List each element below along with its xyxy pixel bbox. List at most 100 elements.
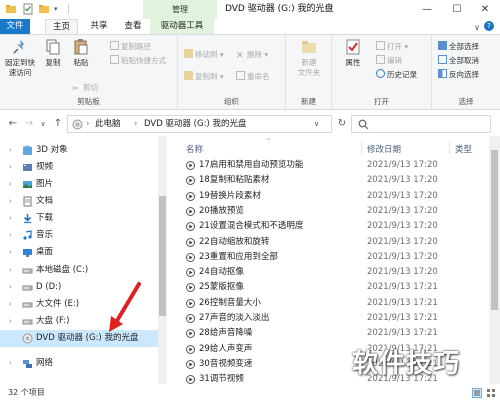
nav-documents[interactable]: › 文档: [0, 193, 158, 210]
copy-button[interactable]: 复制: [40, 38, 66, 68]
file-list-scroll-thumb[interactable]: [491, 150, 498, 310]
large-icons-view-icon[interactable]: [486, 388, 496, 398]
help-icon[interactable]: ?: [484, 21, 494, 31]
nav-videos[interactable]: › 视频: [0, 159, 158, 176]
ribbon-group-select: 全部选择 全部取消 反向选择 选择: [432, 35, 500, 109]
expand-chevron-icon[interactable]: ›: [9, 210, 12, 227]
expand-chevron-icon[interactable]: ›: [9, 279, 12, 296]
expand-chevron-icon[interactable]: ›: [9, 193, 12, 210]
expand-chevron-icon[interactable]: ›: [9, 313, 12, 330]
paste-button[interactable]: 粘贴: [68, 38, 94, 68]
expand-chevron-icon[interactable]: ›: [9, 227, 12, 244]
nav-desktop[interactable]: › 桌面: [0, 244, 158, 261]
breadcrumb-this-pc[interactable]: 此电脑: [95, 116, 121, 132]
context-tab-manage[interactable]: 管理: [143, 0, 217, 19]
edit-button[interactable]: 编辑: [376, 55, 402, 67]
expand-chevron-icon[interactable]: ›: [9, 244, 12, 261]
file-list-scrollbar[interactable]: [489, 136, 500, 384]
invert-selection-icon: [438, 69, 447, 78]
navigation-scrollbar[interactable]: [158, 136, 167, 384]
pin-quick-access-button[interactable]: 固定到快 速访问: [2, 38, 38, 78]
file-row[interactable]: 19替换片段素材 2021/9/13 17:20: [167, 190, 489, 203]
file-row[interactable]: 27声音的淡入淡出 2021/9/13 17:21: [167, 312, 489, 325]
file-row[interactable]: 28给声音降噪 2021/9/13 17:21: [167, 327, 489, 340]
forward-arrow-icon[interactable]: →: [22, 117, 36, 131]
select-none-button[interactable]: 全部取消: [438, 55, 479, 67]
expand-chevron-icon[interactable]: ›: [9, 159, 12, 176]
red-arrow-annotation: [109, 282, 141, 332]
breadcrumb-drive[interactable]: DVD 驱动器 (G:) 我的光盘: [144, 116, 246, 132]
expand-chevron-icon[interactable]: ›: [9, 176, 12, 193]
expand-chevron-icon[interactable]: ›: [9, 355, 12, 372]
copy-to-button[interactable]: 复制到 ▾: [184, 71, 224, 83]
desktop-icon: [23, 249, 32, 257]
close-button[interactable]: ✕: [470, 0, 500, 19]
copy-path-button[interactable]: 复制路径: [110, 41, 151, 53]
tab-file[interactable]: 文件: [0, 19, 30, 34]
address-dropdown-icon[interactable]: ∨: [314, 116, 319, 132]
properties-icon[interactable]: [22, 3, 34, 15]
refresh-icon[interactable]: ↻: [335, 117, 349, 131]
file-row[interactable]: 22自动缩放和旋转 2021/9/13 17:20: [167, 236, 489, 249]
nav-network[interactable]: › 网络: [0, 355, 158, 372]
new-folder-button[interactable]: 新建 文件夹: [291, 38, 327, 78]
folder-icon[interactable]: [5, 3, 17, 15]
back-arrow-icon[interactable]: ←: [6, 117, 20, 131]
column-divider[interactable]: [361, 142, 362, 154]
pictures-icon: [23, 181, 32, 188]
new-folder-icon[interactable]: [38, 3, 50, 15]
media-file-icon: [186, 375, 195, 384]
tab-share[interactable]: 共享: [84, 19, 114, 34]
column-header-type[interactable]: 类型: [455, 143, 472, 155]
media-file-icon: [186, 252, 195, 262]
open-button[interactable]: 打开 ▾: [376, 41, 408, 53]
file-row[interactable]: 21设置混合模式和不透明度 2021/9/13 17:20: [167, 220, 489, 233]
delete-icon: ✕: [236, 51, 244, 61]
window-title: DVD 驱动器 (G:) 我的光盘: [225, 4, 334, 14]
customize-qat-icon[interactable]: ▾: [54, 3, 66, 15]
file-row[interactable]: 24自动抠像 2021/9/13 17:20: [167, 266, 489, 279]
recent-locations-icon[interactable]: ∨: [36, 117, 50, 131]
nav-local-disk-c[interactable]: › 本地磁盘 (C:): [0, 262, 158, 279]
tab-view[interactable]: 查看: [118, 19, 148, 34]
expand-chevron-icon[interactable]: ›: [9, 296, 12, 313]
column-header-name[interactable]: 名称: [186, 143, 203, 155]
ribbon-group-clipboard: 固定到快 速访问 复制 粘贴 ✂ 剪切 复制路径 粘贴快捷方式 剪贴板: [0, 35, 178, 109]
file-row[interactable]: 23重置和应用到全部 2021/9/13 17:20: [167, 251, 489, 264]
select-all-button[interactable]: 全部选择: [438, 41, 479, 53]
file-row[interactable]: 25蒙版抠像 2021/9/13 17:21: [167, 281, 489, 294]
history-button[interactable]: 历史记录: [376, 69, 417, 81]
file-row[interactable]: 26控制音量大小 2021/9/13 17:21: [167, 297, 489, 310]
search-input[interactable]: [351, 115, 491, 133]
delete-button[interactable]: ✕ 删除 ▾: [236, 49, 268, 61]
column-header-date[interactable]: 修改日期: [367, 143, 401, 155]
properties-button[interactable]: 属性: [338, 38, 368, 68]
file-row[interactable]: 17启用和禁用自动预览功能 2021/9/13 17:20: [167, 159, 489, 172]
cut-button[interactable]: ✂ 剪切: [72, 82, 98, 94]
file-row[interactable]: 18复制和粘贴素材 2021/9/13 17:20: [167, 174, 489, 187]
address-bar[interactable]: › 此电脑 › DVD 驱动器 (G:) 我的光盘 ∨: [67, 115, 332, 133]
nav-3d-objects[interactable]: › 3D 对象: [0, 142, 158, 159]
invert-selection-button[interactable]: 反向选择: [438, 69, 479, 81]
nav-pictures[interactable]: › 图片: [0, 176, 158, 193]
paste-shortcut-button[interactable]: 粘贴快捷方式: [110, 55, 166, 67]
file-row[interactable]: 20播放预览 2021/9/13 17:20: [167, 205, 489, 218]
maximize-button[interactable]: ☐: [442, 0, 472, 19]
column-divider[interactable]: [449, 142, 450, 154]
expand-chevron-icon[interactable]: ›: [9, 262, 12, 279]
minimize-button[interactable]: —: [412, 0, 442, 19]
nav-music[interactable]: › 音乐: [0, 227, 158, 244]
navigation-scroll-thumb[interactable]: [159, 196, 166, 316]
ribbon-collapse-button[interactable]: ∨: [474, 23, 480, 32]
up-arrow-icon[interactable]: ↑: [51, 117, 65, 131]
tab-home[interactable]: 主页: [45, 19, 78, 34]
move-to-button[interactable]: 移动到 ▾: [184, 49, 224, 61]
expand-chevron-icon[interactable]: ›: [9, 142, 12, 159]
file-name: 18复制和粘贴素材: [199, 175, 270, 186]
details-view-icon[interactable]: [472, 388, 482, 398]
disk-drive-icon: [22, 319, 33, 325]
column-type-label: 类型: [455, 145, 473, 155]
nav-downloads[interactable]: › 下载: [0, 210, 158, 227]
rename-button[interactable]: 重命名: [236, 71, 270, 83]
tab-drive-tools[interactable]: 驱动器工具: [150, 19, 214, 34]
